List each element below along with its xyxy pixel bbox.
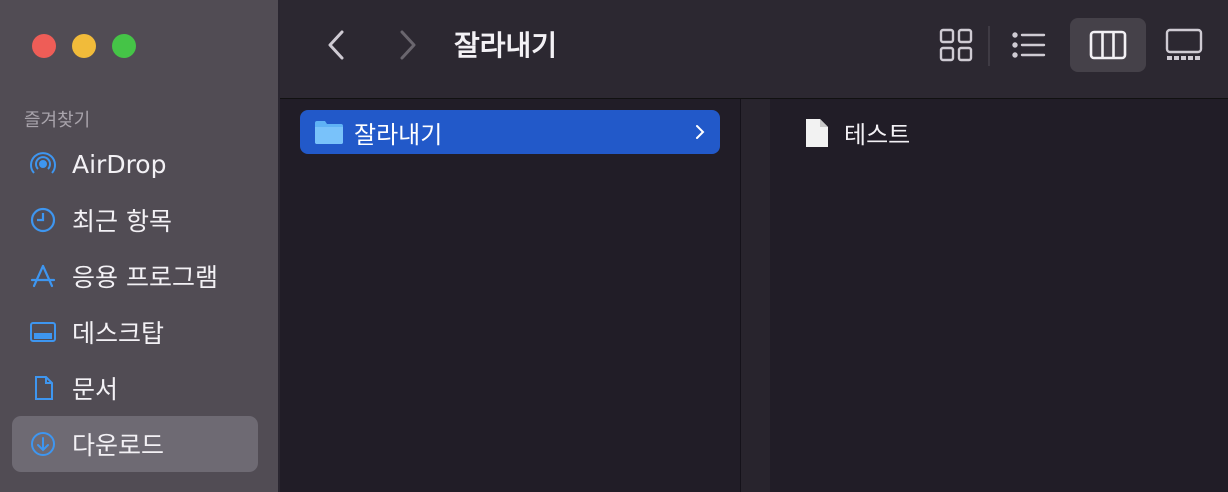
icon-view-button[interactable]: [918, 18, 994, 72]
sidebar-item-airdrop[interactable]: AirDrop: [12, 136, 258, 192]
chevron-right-icon: [696, 125, 705, 139]
column-resize-handle[interactable]: [740, 99, 772, 492]
minimize-button[interactable]: [72, 34, 96, 58]
forward-button[interactable]: [390, 28, 424, 62]
chevron-right-icon: [400, 30, 416, 60]
folder-label: 잘라내기: [354, 120, 443, 149]
folder-row[interactable]: 잘라내기: [300, 110, 720, 154]
list-icon: [1012, 32, 1046, 58]
list-view-button[interactable]: [991, 18, 1067, 72]
finder-window: 즐겨찾기 AirDrop 최근 항목 응용 프로그램 데스크탑 문서 다운로드 …: [0, 0, 1228, 492]
sidebar-item-downloads[interactable]: 다운로드: [12, 416, 258, 472]
window-controls: [32, 34, 136, 58]
sidebar-item-label: AirDrop: [72, 149, 167, 179]
zoom-button[interactable]: [112, 34, 136, 58]
desktop-icon: [28, 317, 58, 347]
file-row[interactable]: 테스트: [804, 115, 910, 150]
browser-column-2: 테스트: [770, 99, 1228, 492]
sidebar: 즐겨찾기 AirDrop 최근 항목 응용 프로그램 데스크탑 문서 다운로드: [0, 0, 280, 492]
sidebar-section-title: 즐겨찾기: [24, 110, 91, 131]
folder-icon: [315, 121, 343, 144]
window-title: 잘라내기: [454, 29, 558, 62]
gallery-icon: [1165, 28, 1203, 60]
sidebar-item-label: 데스크탑: [72, 319, 165, 348]
sidebar-item-recents[interactable]: 최근 항목: [12, 192, 258, 248]
browser-column-1: 잘라내기: [280, 99, 740, 492]
file-label: 테스트: [844, 121, 911, 149]
file-icon: [806, 118, 828, 147]
sidebar-item-label: 문서: [72, 375, 119, 404]
sidebar-list: AirDrop 최근 항목 응용 프로그램 데스크탑 문서 다운로드: [12, 136, 258, 472]
sidebar-item-label: 응용 프로그램: [72, 263, 218, 292]
gallery-view-button[interactable]: [1146, 18, 1222, 72]
back-button[interactable]: [320, 28, 354, 62]
sidebar-item-applications[interactable]: 응용 프로그램: [12, 248, 258, 304]
document-icon: [28, 373, 58, 403]
toolbar: 잘라내기: [280, 0, 1228, 99]
grid-icon: [939, 28, 973, 62]
columns-icon: [1089, 30, 1127, 60]
column-view-button[interactable]: [1070, 18, 1146, 72]
airdrop-icon: [28, 149, 58, 179]
sidebar-item-documents[interactable]: 문서: [12, 360, 258, 416]
close-button[interactable]: [32, 34, 56, 58]
clock-icon: [28, 205, 58, 235]
sidebar-item-label: 다운로드: [72, 431, 165, 460]
chevron-left-icon: [328, 30, 344, 60]
toolbar-divider: [988, 26, 990, 66]
download-icon: [28, 429, 58, 459]
applications-icon: [28, 261, 58, 291]
sidebar-item-desktop[interactable]: 데스크탑: [12, 304, 258, 360]
sidebar-item-label: 최근 항목: [72, 207, 172, 236]
